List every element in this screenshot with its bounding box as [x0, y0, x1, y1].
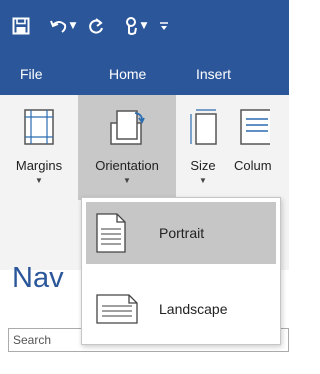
save-icon[interactable]	[8, 14, 34, 38]
landscape-label: Landscape	[159, 301, 228, 317]
chevron-down-icon: ▼	[199, 176, 207, 185]
chevron-down-icon[interactable]: ▼	[141, 21, 148, 31]
orientation-label: Orientation	[95, 158, 159, 173]
ribbon-tab-bar: File Home Insert	[0, 54, 289, 95]
quick-access-toolbar: ▼ ▼	[0, 0, 289, 54]
chevron-down-icon[interactable]: ▼	[70, 21, 77, 31]
orientation-dropdown-menu: Portrait Landscape	[81, 197, 281, 345]
portrait-label: Portrait	[159, 225, 205, 241]
orientation-button[interactable]: Orientation ▼	[78, 95, 176, 200]
landscape-page-icon	[96, 294, 138, 324]
columns-button[interactable]: Colum	[234, 95, 289, 200]
columns-icon	[240, 109, 270, 145]
menu-item-portrait[interactable]: Portrait	[86, 202, 276, 264]
size-icon	[190, 109, 217, 145]
redo-icon[interactable]	[84, 14, 108, 38]
tab-insert[interactable]: Insert	[196, 66, 231, 82]
portrait-page-icon	[96, 213, 126, 253]
size-label: Size	[190, 158, 216, 173]
size-button[interactable]: Size ▼	[178, 95, 228, 200]
chevron-down-icon: ▼	[35, 176, 43, 185]
chevron-down-icon: ▼	[123, 176, 131, 185]
navigation-pane-title: Nav	[12, 262, 64, 294]
undo-icon[interactable]: ▼	[48, 14, 78, 38]
margins-label: Margins	[15, 158, 63, 173]
tab-home[interactable]: Home	[109, 66, 146, 82]
orientation-icon	[110, 110, 145, 145]
margins-icon	[24, 109, 54, 145]
tab-file[interactable]: File	[20, 66, 43, 82]
search-placeholder: Search	[13, 333, 52, 347]
menu-item-landscape[interactable]: Landscape	[86, 278, 276, 340]
touch-mode-icon[interactable]: ▼	[118, 14, 152, 38]
margins-button[interactable]: Margins ▼	[2, 95, 76, 200]
customize-qat-icon[interactable]	[156, 14, 172, 38]
columns-label: Colum	[234, 158, 272, 173]
